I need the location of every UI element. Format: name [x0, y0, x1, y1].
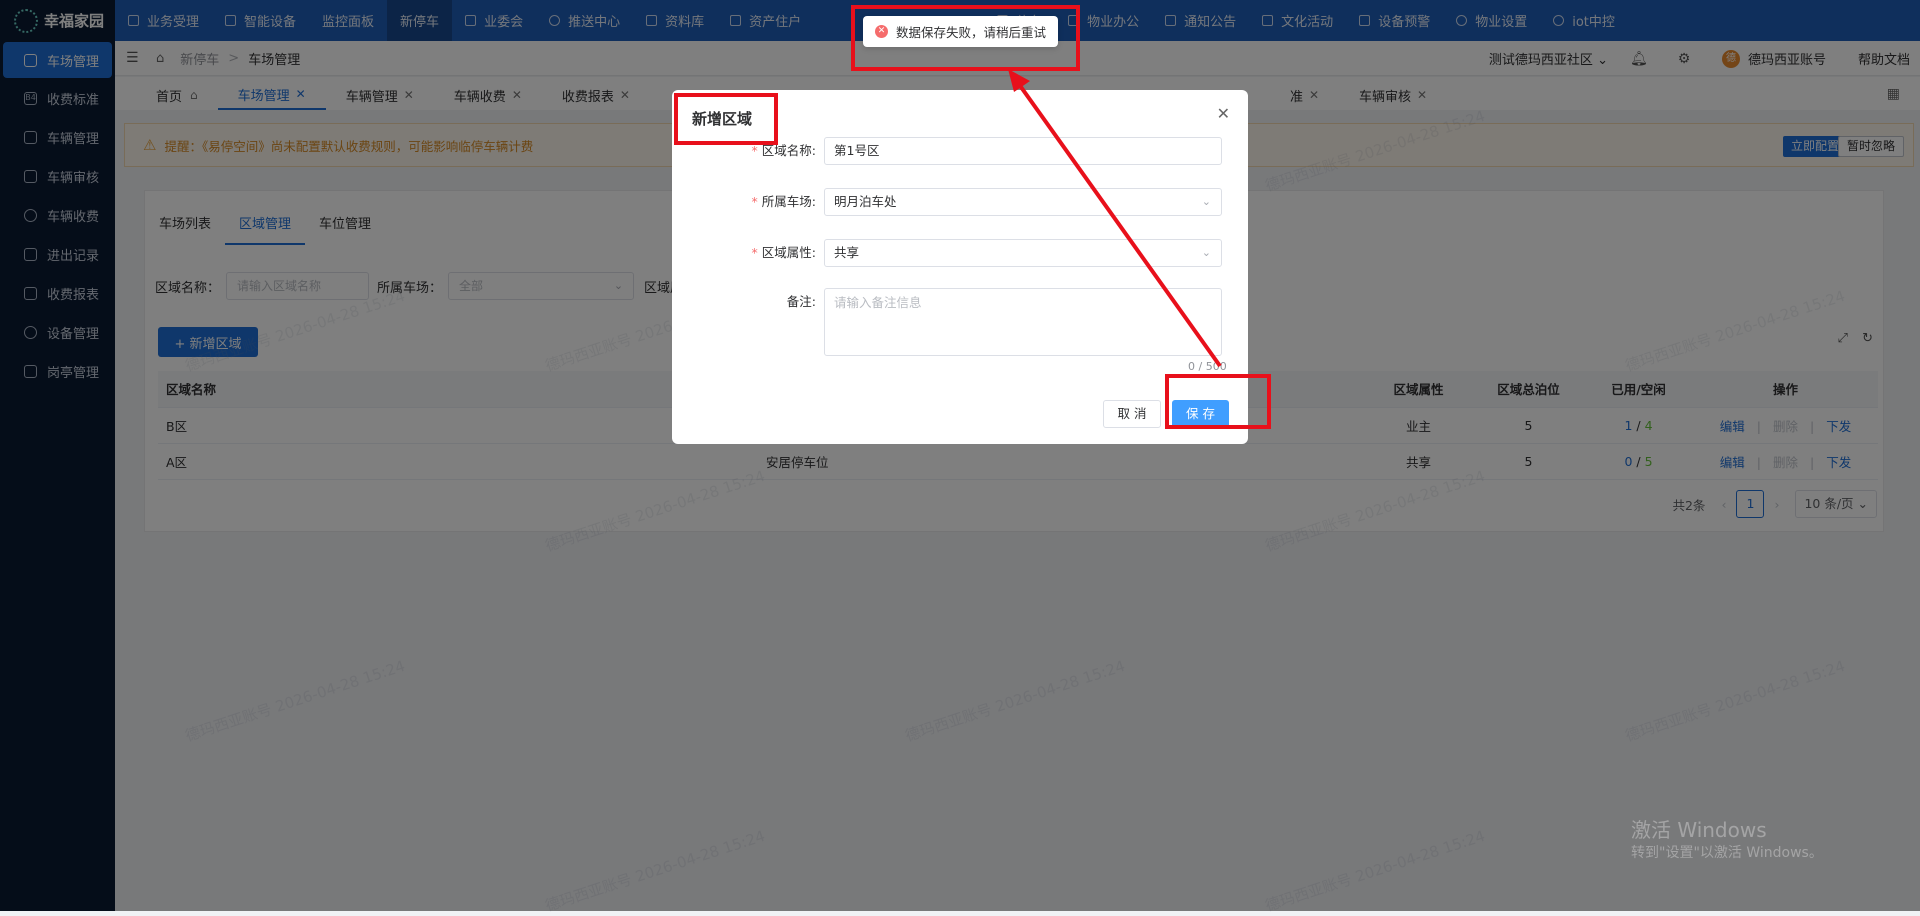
windows-activation-title: 激活 Windows [1631, 818, 1767, 842]
windows-activation-hint: 转到"设置"以激活 Windows。 [1631, 845, 1823, 861]
arrow-line [1014, 78, 1222, 368]
arrow-head [1008, 69, 1030, 92]
annotation-arrow [1008, 69, 1222, 368]
